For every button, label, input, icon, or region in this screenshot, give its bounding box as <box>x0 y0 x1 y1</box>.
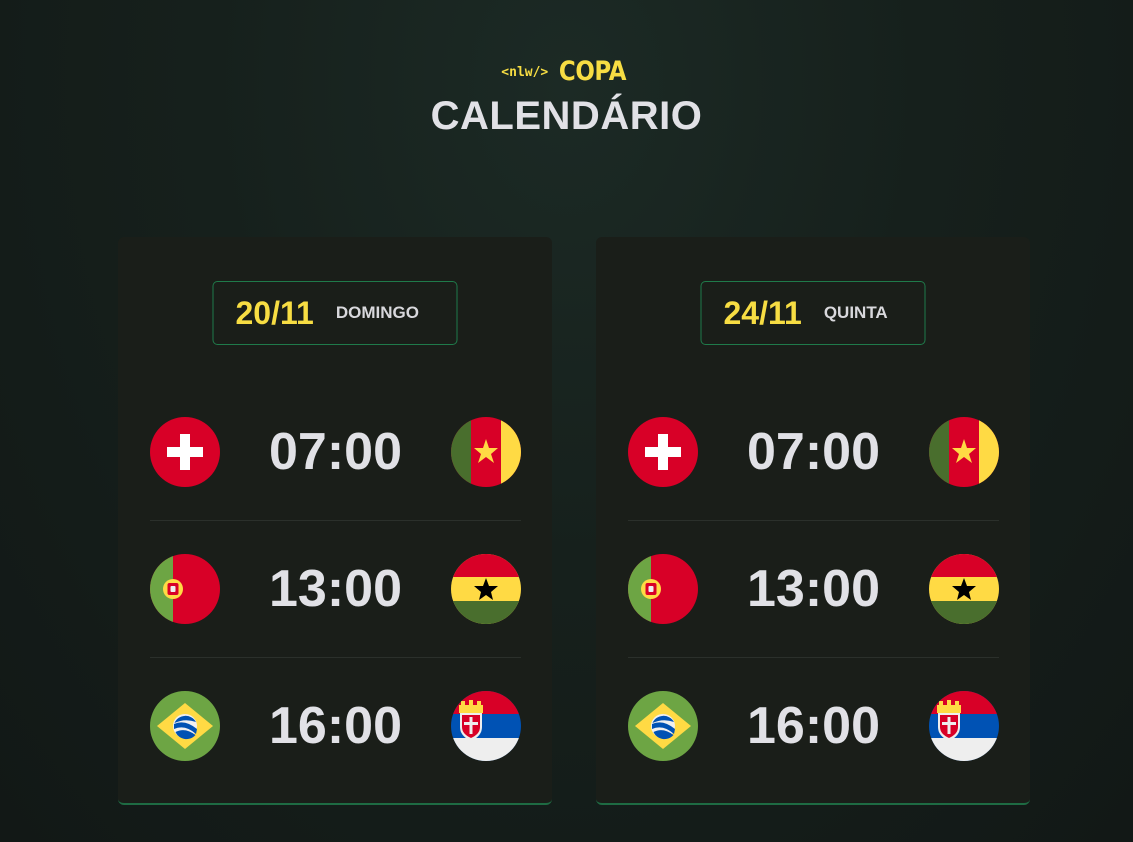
ghana-flag-icon <box>929 554 999 624</box>
divider <box>628 520 999 521</box>
match-date: 24/11 <box>723 294 802 331</box>
match-row: 07:00 <box>628 417 999 487</box>
logo: <nlw/> COPA <box>0 56 1133 87</box>
match-time: 07:00 <box>747 423 880 481</box>
match-row: 13:00 <box>150 554 521 624</box>
logo-code-mark: <nlw/> <box>501 65 549 80</box>
portugal-flag-icon <box>628 554 698 624</box>
match-time: 13:00 <box>747 560 880 618</box>
match-row: 13:00 <box>628 554 999 624</box>
match-day-card: 20/11 DOMINGO 07:00 13:00 16:00 <box>118 237 552 805</box>
brazil-flag-icon <box>150 691 220 761</box>
match-time: 07:00 <box>269 423 402 481</box>
match-row: 16:00 <box>150 691 521 761</box>
match-time: 16:00 <box>747 697 880 755</box>
logo-brand: COPA <box>558 56 627 87</box>
match-row: 07:00 <box>150 417 521 487</box>
date-header: 24/11 QUINTA <box>700 281 926 345</box>
match-time: 13:00 <box>269 560 402 618</box>
cameroon-flag-icon <box>451 417 521 487</box>
divider <box>150 657 521 658</box>
cameroon-flag-icon <box>929 417 999 487</box>
match-time: 16:00 <box>269 697 402 755</box>
date-header: 20/11 DOMINGO <box>212 281 458 345</box>
serbia-flag-icon <box>929 691 999 761</box>
match-date: 20/11 <box>235 294 314 331</box>
portugal-flag-icon <box>150 554 220 624</box>
serbia-flag-icon <box>451 691 521 761</box>
switzerland-flag-icon <box>150 417 220 487</box>
divider <box>628 657 999 658</box>
match-weekday: DOMINGO <box>335 303 419 322</box>
switzerland-flag-icon <box>628 417 698 487</box>
page-title: CALENDÁRIO <box>430 94 703 138</box>
brazil-flag-icon <box>628 691 698 761</box>
match-weekday: QUINTA <box>823 303 888 322</box>
divider <box>150 520 521 521</box>
match-day-card: 24/11 QUINTA 07:00 13:00 16:00 <box>596 237 1030 805</box>
ghana-flag-icon <box>451 554 521 624</box>
match-row: 16:00 <box>628 691 999 761</box>
